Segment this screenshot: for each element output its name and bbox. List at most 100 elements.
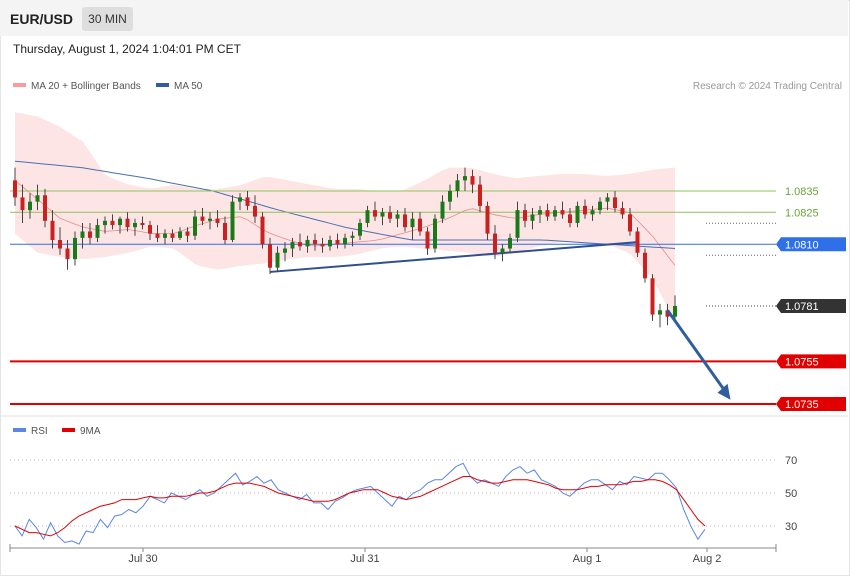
- candle-body: [133, 222, 137, 228]
- candle-body: [508, 237, 512, 249]
- candle-body: [20, 197, 25, 211]
- candle-body: [553, 210, 557, 217]
- level-label-1.0835: 1.0835: [785, 186, 819, 198]
- candle-body: [605, 197, 610, 202]
- candle-body: [590, 210, 595, 215]
- x-tick-Jul-30: Jul 30: [128, 553, 157, 565]
- candle-body: [283, 248, 287, 253]
- level-label-1.0810: 1.0810: [785, 239, 819, 251]
- candle-body: [313, 239, 317, 245]
- candle-body: [320, 244, 325, 247]
- candle-body: [635, 231, 640, 253]
- x-tick-Jul-31: Jul 31: [350, 553, 379, 565]
- candle-body: [373, 210, 377, 217]
- candle-body: [575, 205, 580, 223]
- candle-body: [253, 205, 257, 217]
- candle-body: [350, 235, 355, 238]
- candle-body: [538, 210, 542, 215]
- candle-body: [328, 239, 332, 247]
- candle-body: [155, 233, 160, 238]
- rsi-tick-50: 50: [785, 488, 797, 500]
- candle-body: [103, 220, 107, 226]
- candle-body: [358, 222, 362, 236]
- candle-body: [88, 231, 92, 238]
- x-tick-Aug-1: Aug 1: [573, 553, 602, 565]
- candle-body: [50, 220, 55, 240]
- candle-body: [73, 237, 77, 260]
- candle-body: [448, 191, 452, 202]
- candle-body: [58, 239, 62, 249]
- candle-body: [170, 233, 175, 238]
- forecast-arrowhead: [717, 383, 731, 400]
- candle-body: [245, 197, 250, 206]
- candle-body: [425, 231, 430, 249]
- rsi-tick-70: 70: [785, 455, 797, 467]
- candle-body: [403, 214, 407, 228]
- candle-body: [80, 231, 85, 238]
- candle-body: [260, 216, 265, 245]
- candle-body: [523, 210, 527, 221]
- candle-body: [410, 218, 415, 228]
- ma9-line: [14, 476, 706, 537]
- price-rsi-chart: 1.0835 1.0825 1.0810 1.0781 1.0755 1.0735 70 50…: [0, 112, 848, 565]
- candle-body: [463, 176, 467, 181]
- candle-body: [290, 242, 295, 249]
- candle-body: [613, 197, 617, 209]
- candle-body: [13, 180, 17, 198]
- candle-body: [185, 231, 190, 236]
- x-tick-Aug-2: Aug 2: [693, 553, 722, 565]
- candle-body: [275, 252, 280, 268]
- candle-body: [365, 210, 370, 223]
- forecast-arrow-shaft: [666, 309, 727, 393]
- candle-body: [388, 212, 392, 219]
- candle-body: [163, 233, 167, 238]
- candle-body: [208, 218, 212, 221]
- level-label-1.0825: 1.0825: [785, 207, 819, 219]
- rsi-tick-30: 30: [785, 521, 797, 533]
- candle-body: [223, 222, 227, 240]
- level-label-1.0735: 1.0735: [785, 399, 819, 411]
- candle-body: [620, 208, 625, 215]
- candle-body: [343, 237, 347, 245]
- candle-body: [178, 231, 182, 238]
- candle-body: [125, 218, 130, 228]
- candle-body: [65, 248, 70, 260]
- candle-body: [418, 218, 422, 232]
- candle-body: [650, 278, 655, 315]
- candle-body: [215, 218, 220, 223]
- candle-body: [118, 218, 122, 226]
- candle-body: [148, 225, 152, 234]
- level-label-1.0781: 1.0781: [785, 301, 819, 313]
- candle-body: [455, 180, 460, 191]
- rsi-line: [14, 462, 706, 545]
- candle-body: [110, 220, 115, 226]
- candle-body: [583, 205, 587, 215]
- candle-body: [440, 201, 445, 219]
- candle-body: [568, 214, 572, 223]
- candle-body: [643, 252, 647, 279]
- candle-body: [493, 233, 497, 253]
- candle-body: [43, 195, 47, 221]
- candle-body: [530, 214, 535, 221]
- candle-body: [478, 184, 482, 206]
- level-label-1.0755: 1.0755: [785, 356, 819, 368]
- candle-body: [305, 239, 310, 247]
- candle-body: [395, 214, 400, 219]
- candle-body: [470, 176, 475, 185]
- candle-body: [673, 306, 677, 317]
- candle-body: [598, 201, 602, 211]
- candle-body: [545, 210, 550, 217]
- candle-body: [298, 242, 302, 247]
- candle-body: [35, 195, 40, 202]
- candle-body: [500, 248, 505, 253]
- candle-body: [335, 239, 340, 245]
- candle-body: [628, 214, 632, 232]
- candle-body: [140, 222, 145, 226]
- candle-body: [515, 210, 520, 238]
- candle-body: [658, 310, 662, 315]
- candle-body: [380, 212, 385, 217]
- candle-body: [95, 225, 100, 238]
- candle-body: [433, 218, 437, 249]
- candle-body: [28, 201, 32, 211]
- candle-body: [560, 210, 565, 215]
